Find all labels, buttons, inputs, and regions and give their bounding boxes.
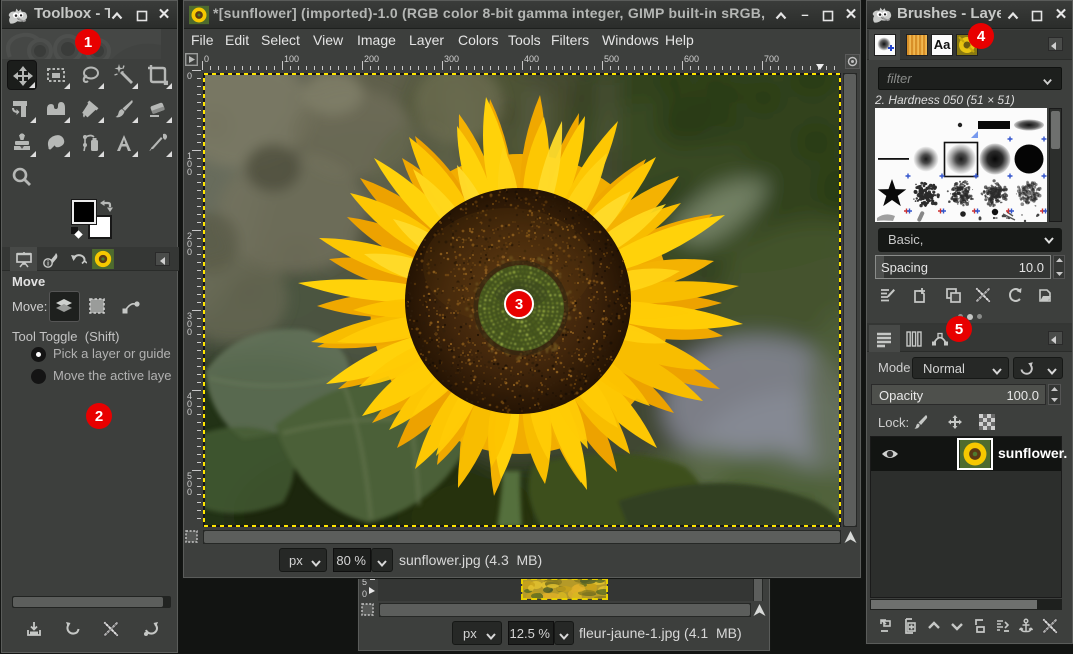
svg-text:5: 5 [362, 577, 367, 587]
svg-text:700: 700 [764, 54, 779, 64]
svg-text:200: 200 [364, 54, 379, 64]
svg-text:i: i [46, 259, 48, 268]
svg-text:0: 0 [187, 247, 192, 257]
svg-text:0: 0 [187, 71, 192, 81]
svg-text:0: 0 [187, 327, 192, 337]
svg-text:500: 500 [604, 54, 619, 64]
svg-text:600: 600 [684, 54, 699, 64]
svg-text:0: 0 [187, 487, 192, 497]
svg-text:0: 0 [187, 407, 192, 417]
svg-text:300: 300 [444, 54, 459, 64]
svg-text:0: 0 [362, 589, 367, 599]
svg-text:100: 100 [284, 54, 299, 64]
svg-text:0: 0 [204, 54, 209, 64]
svg-text:400: 400 [524, 54, 539, 64]
svg-text:0: 0 [187, 167, 192, 177]
